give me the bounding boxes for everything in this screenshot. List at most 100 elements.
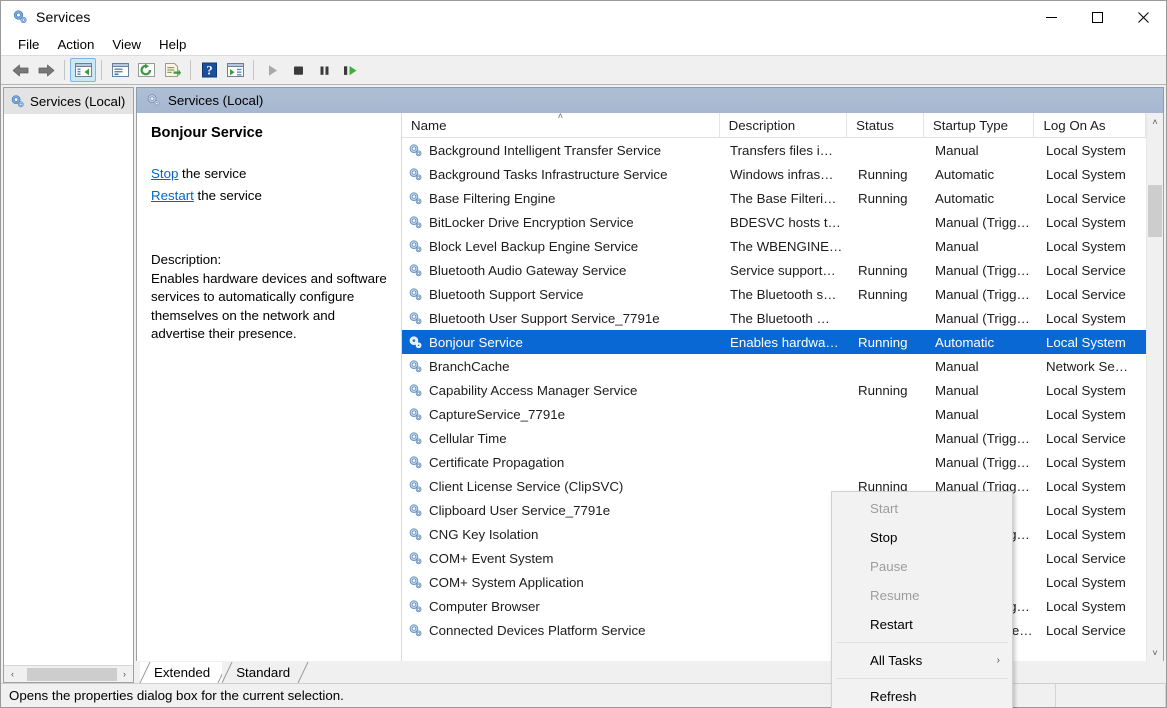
table-row[interactable]: Cellular TimeManual (Trigg…Local Service [402,426,1146,450]
table-row[interactable]: Clipboard User Service_7791eRunningManua… [402,498,1146,522]
restart-service-link[interactable]: Restart [151,188,194,203]
pane-header: Services (Local) [136,87,1164,113]
table-row[interactable]: Computer BrowserManual (Trigg…Local Syst… [402,594,1146,618]
stop-service-icon[interactable] [285,58,311,82]
maximize-button[interactable] [1074,1,1120,33]
cell-log-on-as: Local System [1037,215,1146,230]
table-row[interactable]: Base Filtering EngineThe Base Filteri…Ru… [402,186,1146,210]
restart-service-icon[interactable] [337,58,363,82]
cell-startup-type: Manual (Trigg… [926,431,1037,446]
menu-help[interactable]: Help [150,35,195,54]
column-header-startup-type[interactable]: Startup Type [924,113,1035,137]
scroll-thumb[interactable] [27,668,117,681]
menu-item-label: All Tasks [870,653,922,668]
list-column-headers: Name˄ Description StatusStartup TypeLog On… [402,113,1146,138]
toolbar-separator [101,60,102,80]
table-row[interactable]: Background Tasks Infrastructure ServiceW… [402,162,1146,186]
context-menu-item-restart[interactable]: Restart [832,610,1012,639]
cell-startup-type: Manual (Trigg… [926,455,1037,470]
table-row[interactable]: Certificate PropagationManual (Trigg…Loc… [402,450,1146,474]
menu-action[interactable]: Action [48,35,103,54]
table-row[interactable]: Capability Access Manager ServiceRunning… [402,378,1146,402]
table-row[interactable]: CaptureService_7791eManualLocal System [402,402,1146,426]
cell-name: Bluetooth Support Service [402,287,721,302]
column-header-status[interactable]: Status [847,113,924,137]
table-row[interactable]: Client License Service (ClipSVC)RunningM… [402,474,1146,498]
service-gear-icon [408,479,423,494]
menu-item-label: Restart [870,617,913,632]
table-row[interactable]: BitLocker Drive Encryption ServiceBDESVC… [402,210,1146,234]
scroll-down-arrow-icon[interactable]: ˅ [1147,644,1163,661]
description-label: Description: [151,251,387,270]
service-gear-icon [408,335,423,350]
pause-service-icon[interactable] [311,58,337,82]
table-row[interactable]: Bluetooth Support ServiceThe Bluetooth s… [402,282,1146,306]
tab-edge-left [221,662,233,683]
table-row[interactable]: Bluetooth Audio Gateway ServiceService s… [402,258,1146,282]
stop-service-suffix: the service [178,166,246,181]
export-list-icon[interactable] [159,58,185,82]
context-menu-item-stop[interactable]: Stop [832,523,1012,552]
help-icon[interactable]: ? [196,58,222,82]
context-menu-item-refresh[interactable]: Refresh [832,682,1012,708]
table-row-selected[interactable]: Bonjour ServiceEnables hardwa…RunningAut… [402,330,1146,354]
properties-window-icon[interactable] [107,58,133,82]
scroll-up-arrow-icon[interactable]: ˄ [1147,113,1163,130]
service-name-label: Block Level Backup Engine Service [429,239,638,254]
stop-service-link[interactable]: Stop [151,166,178,181]
table-row[interactable]: Bluetooth User Support Service_7791eThe … [402,306,1146,330]
column-header-description[interactable]: Description [720,113,847,137]
show-action-pane-icon[interactable] [222,58,248,82]
table-row[interactable]: Connected Devices Platform ServiceAutoma… [402,618,1146,642]
tree-horizontal-scrollbar[interactable]: ‹ › [4,665,133,682]
close-button[interactable] [1120,1,1166,33]
scroll-left-arrow-icon[interactable]: ‹ [4,667,21,682]
scroll-thumb[interactable] [1148,185,1162,237]
scroll-right-arrow-icon[interactable]: › [116,667,133,682]
refresh-icon[interactable] [133,58,159,82]
service-gear-icon [408,239,423,254]
scroll-track[interactable] [21,667,116,682]
service-gear-icon [408,455,423,470]
cell-name: Bonjour Service [402,335,721,350]
tab-standard[interactable]: Standard [222,662,302,683]
start-service-icon[interactable] [259,58,285,82]
tab-extended[interactable]: Extended [140,662,222,683]
column-header-label: Description [729,118,796,133]
tree-body [4,114,133,665]
table-row[interactable]: COM+ Event SystemRunningAutomaticLocal S… [402,546,1146,570]
context-menu: StartStopPauseResumeRestartAll Tasks›Ref… [831,491,1013,708]
menu-view[interactable]: View [103,35,150,54]
minimize-button[interactable] [1028,1,1074,33]
cell-log-on-as: Local Service [1037,263,1146,278]
list-vertical-scrollbar[interactable]: ˄ ˅ [1146,113,1163,661]
cell-name: Connected Devices Platform Service [402,623,721,638]
cell-name: Capability Access Manager Service [402,383,721,398]
restart-service-row: Restart the service [151,185,387,207]
show-hide-console-tree-icon[interactable] [70,58,96,82]
table-row[interactable]: Background Intelligent Transfer ServiceT… [402,138,1146,162]
back-arrow-icon[interactable] [7,58,33,82]
table-row[interactable]: CNG Key IsolationRunningManual (Trigg…Lo… [402,522,1146,546]
cell-description: Windows infras… [721,167,849,182]
service-gear-icon [408,623,423,638]
cell-startup-type: Manual [926,143,1037,158]
services-list-view: Name˄ Description StatusStartup TypeLog On… [402,113,1146,661]
scroll-track[interactable] [1147,130,1163,644]
forward-arrow-icon[interactable] [33,58,59,82]
table-row[interactable]: COM+ System ApplicationManualLocal Syste… [402,570,1146,594]
service-name-label: COM+ Event System [429,551,554,566]
column-header-name[interactable]: Name˄ [402,113,720,137]
column-header-log-on-as[interactable]: Log On As [1034,113,1146,137]
list-rows: Background Intelligent Transfer ServiceT… [402,138,1146,661]
cell-startup-type: Manual [926,239,1037,254]
menu-file[interactable]: File [9,35,48,54]
table-row[interactable]: BranchCacheManualNetwork Se… [402,354,1146,378]
context-menu-item-all-tasks[interactable]: All Tasks› [832,646,1012,675]
services-window: Services File Action View Help [0,0,1167,708]
table-row[interactable]: Block Level Backup Engine ServiceThe WBE… [402,234,1146,258]
menu-item-label: Stop [870,530,897,545]
cell-status: Running [849,263,926,278]
context-menu-item-resume: Resume [832,581,1012,610]
tree-item-services-local[interactable]: Services (Local) [4,88,133,114]
